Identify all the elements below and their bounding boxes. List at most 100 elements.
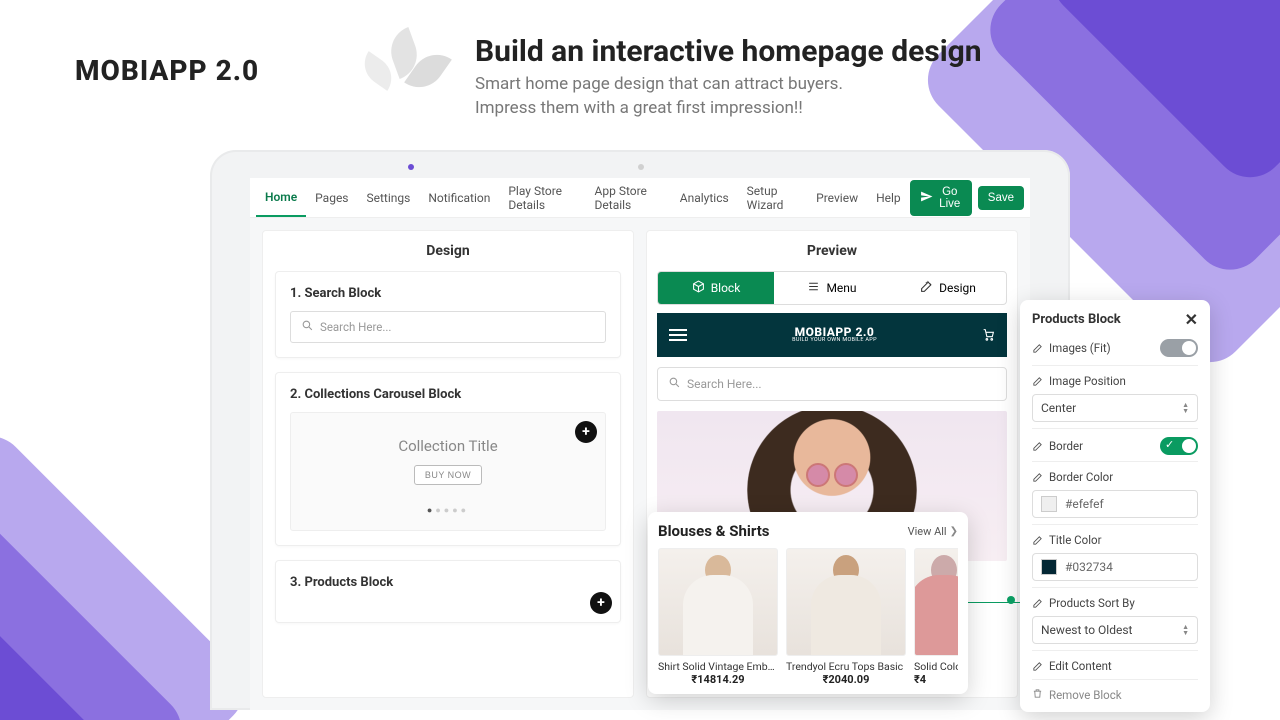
tab-block[interactable]: Block xyxy=(658,272,774,304)
search-placeholder: Search Here... xyxy=(320,320,391,334)
camera-dot xyxy=(408,164,414,170)
paper-plane-icon xyxy=(920,190,933,206)
products-block-card[interactable]: 3. Products Block + xyxy=(275,560,621,623)
product-name: Shirt Solid Vintage Embroi.. xyxy=(658,660,778,673)
add-collection-button[interactable]: + xyxy=(575,421,597,443)
border-color-label: Border Color xyxy=(1049,470,1113,484)
title-color-value: #032734 xyxy=(1065,560,1113,574)
product-card[interactable]: Trendyol Ecru Tops Basic ₹2040.09 xyxy=(786,548,906,686)
nav-analytics[interactable]: Analytics xyxy=(671,178,738,217)
settings-title: Products Block xyxy=(1032,312,1121,327)
collections-block-card[interactable]: 2. Collections Carousel Block + Collecti… xyxy=(275,372,621,546)
close-icon[interactable]: ✕ xyxy=(1185,310,1198,329)
nav-preview[interactable]: Preview xyxy=(807,178,867,217)
product-price: ₹2040.09 xyxy=(786,673,906,686)
nav-help[interactable]: Help xyxy=(867,178,910,217)
collections-block-head: 2. Collections Carousel Block xyxy=(290,387,606,402)
cube-icon xyxy=(692,280,705,296)
camera-dot xyxy=(638,164,644,170)
sort-value: Newest to Oldest xyxy=(1041,623,1132,637)
view-all-label: View All xyxy=(908,525,947,538)
hero-title: Build an interactive homepage design xyxy=(475,34,982,69)
image-position-label: Image Position xyxy=(1049,374,1126,388)
border-label: Border xyxy=(1049,439,1083,453)
color-swatch xyxy=(1041,496,1057,512)
title-color-input[interactable]: #032734 xyxy=(1032,553,1198,581)
search-block-card[interactable]: 1. Search Block Search Here... xyxy=(275,271,621,358)
products-preview-card: Blouses & Shirts View All ❯ Shirt Solid … xyxy=(648,512,968,694)
nav-pages[interactable]: Pages xyxy=(306,178,357,217)
product-image xyxy=(914,548,958,656)
nav-notification[interactable]: Notification xyxy=(419,178,499,217)
preview-search-input[interactable]: Search Here... xyxy=(657,367,1007,401)
phone-app-tag: BUILD YOUR OWN MOBILE APP xyxy=(792,338,877,344)
collection-title: Collection Title xyxy=(301,437,595,455)
carousel-dots: ●●●●● xyxy=(301,505,595,516)
search-block-input[interactable]: Search Here... xyxy=(290,311,606,343)
go-live-button[interactable]: Go Live xyxy=(910,180,972,216)
image-position-select[interactable]: Center ▲▼ xyxy=(1032,394,1198,422)
view-all-link[interactable]: View All ❯ xyxy=(908,525,958,538)
nav-setupwizard[interactable]: Setup Wizard xyxy=(738,178,807,217)
collection-preview-box: + Collection Title BUY NOW ●●●●● xyxy=(290,412,606,531)
top-nav: Home Pages Settings Notification Play St… xyxy=(250,178,1030,218)
updown-icon: ▲▼ xyxy=(1182,402,1189,414)
sort-select[interactable]: Newest to Oldest ▲▼ xyxy=(1032,616,1198,644)
edit-icon xyxy=(1032,598,1043,609)
hero-headline: Build an interactive homepage design Sma… xyxy=(475,34,982,121)
connector-dot xyxy=(1007,596,1015,604)
border-color-input[interactable]: #efefef xyxy=(1032,490,1198,518)
remove-block-link[interactable]: Remove Block xyxy=(1049,688,1122,702)
border-color-value: #efefef xyxy=(1065,497,1104,511)
design-panel: Design 1. Search Block Search Here... 2.… xyxy=(262,230,634,698)
design-title: Design xyxy=(263,231,633,271)
search-icon xyxy=(668,376,681,392)
phone-logo: MOBIAPP 2.0 BUILD YOUR OWN MOBILE APP xyxy=(792,326,877,344)
edit-icon xyxy=(1032,535,1043,546)
product-card[interactable]: Solid Color ₹4 xyxy=(914,548,958,686)
wand-icon xyxy=(920,280,933,296)
nav-appstore[interactable]: App Store Details xyxy=(586,178,671,217)
nav-home[interactable]: Home xyxy=(256,178,306,217)
tab-design-label: Design xyxy=(939,281,976,295)
product-price: ₹4 xyxy=(914,673,958,686)
hamburger-icon[interactable] xyxy=(669,329,687,341)
hero-subtitle: Smart home page design that can attract … xyxy=(475,73,982,121)
product-name: Trendyol Ecru Tops Basic xyxy=(786,660,906,673)
add-product-button[interactable]: + xyxy=(590,592,612,614)
edit-icon xyxy=(1032,441,1043,452)
tab-menu[interactable]: Menu xyxy=(774,272,890,304)
images-fit-toggle[interactable]: ✕ xyxy=(1160,339,1198,357)
nav-settings[interactable]: Settings xyxy=(358,178,420,217)
preview-tabs: Block Menu Design xyxy=(657,271,1007,305)
edit-icon xyxy=(1032,376,1043,387)
sort-label: Products Sort By xyxy=(1049,596,1135,610)
save-button[interactable]: Save xyxy=(978,186,1024,210)
image-position-value: Center xyxy=(1041,401,1076,415)
edit-content-link[interactable]: Edit Content xyxy=(1049,659,1112,673)
chevron-right-icon: ❯ xyxy=(950,526,958,537)
product-card[interactable]: Shirt Solid Vintage Embroi.. ₹14814.29 xyxy=(658,548,778,686)
go-live-label: Go Live xyxy=(938,186,962,210)
search-icon xyxy=(301,319,314,335)
product-image xyxy=(658,548,778,656)
border-toggle[interactable]: ✓ xyxy=(1160,437,1198,455)
preview-search-placeholder: Search Here... xyxy=(687,377,762,391)
color-swatch xyxy=(1041,559,1057,575)
updown-icon: ▲▼ xyxy=(1182,624,1189,636)
phone-header: MOBIAPP 2.0 BUILD YOUR OWN MOBILE APP xyxy=(657,313,1007,357)
preview-title: Preview xyxy=(647,231,1017,271)
edit-icon xyxy=(1032,472,1043,483)
cart-icon[interactable] xyxy=(982,326,995,345)
images-fit-label: Images (Fit) xyxy=(1049,341,1111,355)
menu-icon xyxy=(807,280,820,296)
trash-icon xyxy=(1032,688,1043,702)
products-card-title: Blouses & Shirts xyxy=(658,522,770,540)
tab-design[interactable]: Design xyxy=(890,272,1006,304)
tab-block-label: Block xyxy=(711,281,741,295)
products-block-head: 3. Products Block xyxy=(290,575,606,590)
edit-icon xyxy=(1032,343,1043,354)
tab-menu-label: Menu xyxy=(826,281,856,295)
buy-now-button[interactable]: BUY NOW xyxy=(414,465,482,485)
nav-playstore[interactable]: Play Store Details xyxy=(499,178,585,217)
